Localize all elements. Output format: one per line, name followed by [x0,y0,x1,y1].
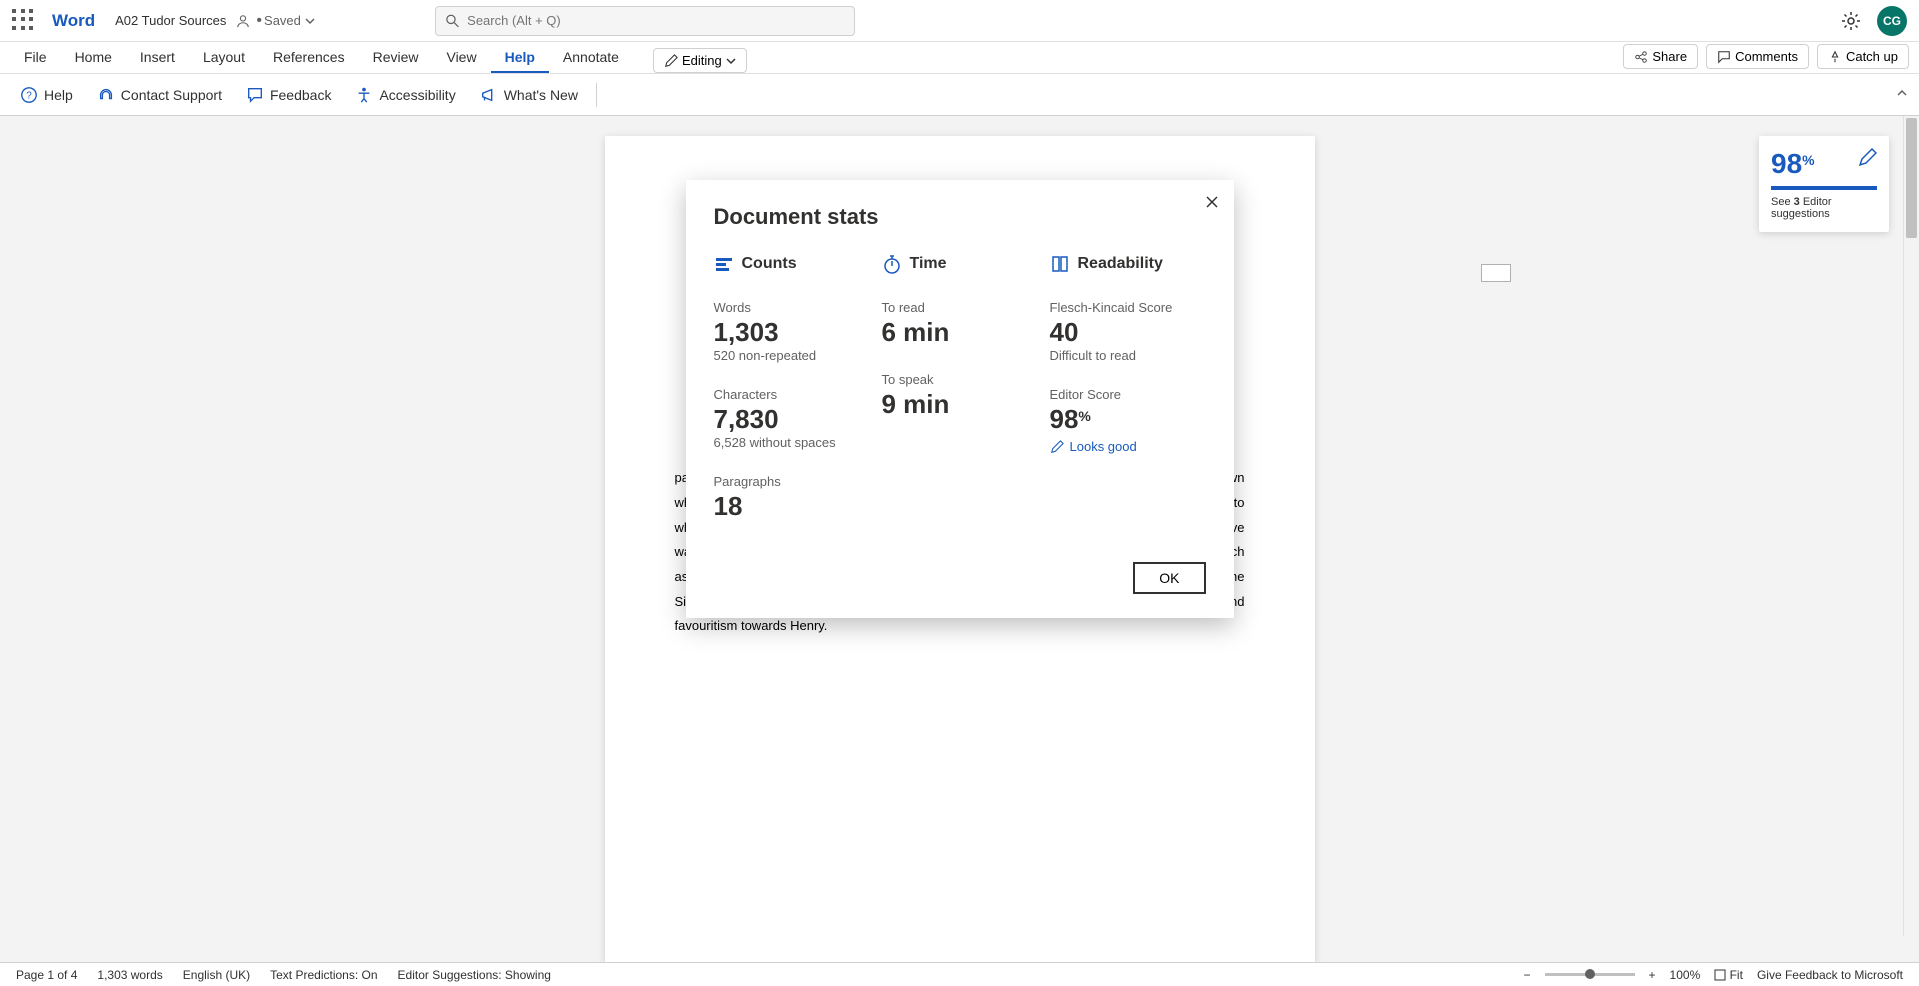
comments-label: Comments [1735,49,1798,64]
modal-overlay: Document stats Counts Words 1,303 520 no… [0,110,1919,940]
readability-column: Readability Flesch-Kincaid Score 40 Diff… [1050,254,1206,522]
toread-stat: To read 6 min [882,300,1038,348]
whatsnew-button[interactable]: What's New [470,80,588,110]
readability-header: Readability [1078,255,1163,273]
status-words[interactable]: 1,303 words [97,968,162,982]
chevron-down-icon [305,16,315,26]
status-bar: Page 1 of 4 1,303 words English (UK) Tex… [0,962,1919,986]
contact-label: Contact Support [121,87,222,103]
share-label: Share [1652,49,1687,64]
flesch-kincaid-stat: Flesch-Kincaid Score 40 Difficult to rea… [1050,300,1206,363]
give-feedback-button[interactable]: Give Feedback to Microsoft [1757,968,1903,982]
ribbon-tabs: File Home Insert Layout References Revie… [0,42,1919,74]
contact-support-button[interactable]: Contact Support [87,80,232,110]
help-icon: ? [20,86,38,104]
document-title[interactable]: A02 Tudor Sources [115,13,226,28]
tospeak-stat: To speak 9 min [882,372,1038,420]
status-suggestions[interactable]: Editor Suggestions: Showing [398,968,551,982]
search-icon [446,14,459,28]
tab-file[interactable]: File [10,43,61,73]
editor-score-stat: Editor Score 98 % Looks good [1050,387,1206,454]
counts-icon [714,254,734,274]
stopwatch-icon [882,254,902,274]
zoom-slider-thumb[interactable] [1585,969,1595,979]
pencil-icon [664,54,678,68]
counts-header: Counts [742,255,797,273]
time-header: Time [910,255,947,273]
share-button[interactable]: Share [1623,44,1698,69]
book-icon [1050,254,1070,274]
app-launcher-icon[interactable] [12,9,36,33]
tab-annotate[interactable]: Annotate [549,43,633,73]
tab-references[interactable]: References [259,43,359,73]
time-column: Time To read 6 min To speak 9 min [882,254,1038,522]
help-button[interactable]: ? Help [10,80,83,110]
tab-help[interactable]: Help [491,43,549,73]
document-stats-dialog: Document stats Counts Words 1,303 520 no… [686,180,1234,618]
accessibility-label: Accessibility [379,87,455,103]
pen-icon [1050,440,1064,454]
zoom-slider[interactable] [1545,973,1635,976]
zoom-out-button[interactable]: − [1524,968,1531,982]
share-icon [1634,50,1648,64]
gear-icon[interactable] [1841,11,1861,31]
title-bar: Word A02 Tudor Sources • Saved CG [0,0,1919,42]
fit-icon [1714,969,1726,981]
feedback-button[interactable]: Feedback [236,80,341,110]
avatar[interactable]: CG [1877,6,1907,36]
accessibility-button[interactable]: Accessibility [345,80,465,110]
status-language[interactable]: English (UK) [183,968,250,982]
comment-icon [1717,50,1731,64]
status-page[interactable]: Page 1 of 4 [16,968,77,982]
status-predictions[interactable]: Text Predictions: On [270,968,377,982]
looks-good-indicator: Looks good [1050,439,1206,454]
zoom-in-button[interactable]: + [1649,968,1656,982]
catchup-icon [1828,50,1842,64]
shared-person-icon [236,14,250,28]
app-name: Word [52,11,95,31]
paragraphs-stat: Paragraphs 18 [714,474,870,522]
ok-button[interactable]: OK [1133,562,1205,594]
tab-view[interactable]: View [432,43,490,73]
fit-button[interactable]: Fit [1714,968,1743,982]
svg-text:?: ? [26,90,32,101]
search-input[interactable] [467,13,844,28]
chevron-down-icon [726,56,736,66]
tab-layout[interactable]: Layout [189,43,259,73]
tab-insert[interactable]: Insert [126,43,189,73]
editing-mode-button[interactable]: Editing [653,48,747,73]
words-stat: Words 1,303 520 non-repeated [714,300,870,363]
tab-home[interactable]: Home [61,43,126,73]
search-box[interactable] [435,6,855,36]
zoom-percent[interactable]: 100% [1670,968,1701,982]
help-label: Help [44,87,73,103]
ribbon-divider [596,83,597,107]
collapse-ribbon-icon[interactable] [1895,86,1909,100]
saved-label: Saved [264,13,301,28]
headset-icon [97,86,115,104]
comments-button[interactable]: Comments [1706,44,1809,69]
close-icon[interactable] [1204,194,1220,210]
avatar-initials: CG [1883,14,1901,28]
feedback-label: Feedback [270,87,331,103]
counts-column: Counts Words 1,303 520 non-repeated Char… [714,254,870,522]
tab-review[interactable]: Review [359,43,433,73]
save-status[interactable]: Saved [264,13,315,28]
editing-label: Editing [682,53,722,68]
characters-stat: Characters 7,830 6,528 without spaces [714,387,870,450]
megaphone-icon [480,86,498,104]
accessibility-icon [355,86,373,104]
feedback-icon [246,86,264,104]
catchup-label: Catch up [1846,49,1898,64]
catchup-button[interactable]: Catch up [1817,44,1909,69]
whatsnew-label: What's New [504,87,578,103]
dialog-title: Document stats [714,204,1206,230]
